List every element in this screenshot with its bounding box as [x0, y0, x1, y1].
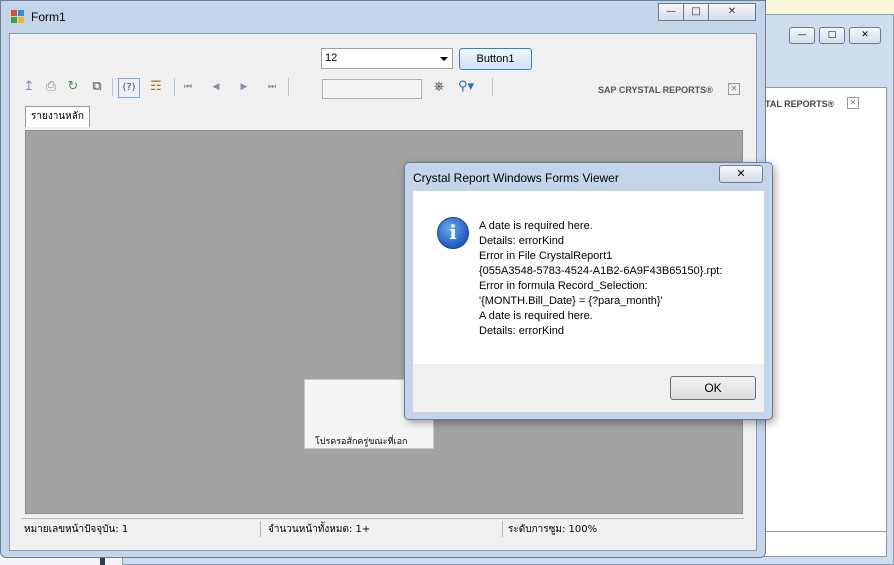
message-line: A date is required here. — [479, 310, 593, 322]
button1[interactable]: Button1 — [459, 48, 532, 70]
message-line: '{MONTH.Bill_Date} = {?para_month}' — [479, 295, 663, 307]
combo-value: 12 — [325, 52, 338, 64]
dialog-footer: OK — [413, 364, 764, 412]
message-line: Error in formula Record_Selection: — [479, 280, 648, 292]
copy-icon[interactable]: ⧉ — [88, 78, 106, 96]
page-number-input[interactable] — [322, 79, 422, 99]
message-line: Details: errorKind — [479, 325, 564, 337]
ok-button[interactable]: OK — [670, 376, 756, 400]
bg-client-area — [763, 87, 887, 557]
find-icon[interactable]: ⎈ — [430, 78, 448, 96]
brand-close-icon[interactable]: ✕ — [728, 83, 740, 95]
status-bar: หมายเลขหน้าปัจจุบัน: 1 จำนวนหน้าทั้งหมด:… — [22, 518, 744, 539]
first-page-icon[interactable]: ⏮ — [180, 78, 196, 96]
bg-brand-label: TAL REPORTS® — [765, 99, 835, 109]
message-line: {055A3548-5783-4524-A1B2-6A9F43B65150}.r… — [479, 265, 723, 277]
chevron-down-icon[interactable] — [440, 57, 448, 61]
divider — [112, 78, 113, 96]
bg-brand-close-icon[interactable]: ✕ — [847, 97, 859, 109]
message-line: Details: errorKind — [479, 235, 564, 247]
status-current-page: หมายเลขหน้าปัจจุบัน: 1 — [24, 524, 129, 535]
loading-text: โปรดรอสักครู่ขณะที่เอก — [315, 437, 408, 447]
message-line: A date is required here. — [479, 220, 593, 232]
status-zoom: ระดับการซูม: 100% — [508, 524, 598, 535]
title-bar[interactable]: Form1 — □ ✕ — [1, 1, 765, 33]
dialog-close-button[interactable]: ✕ — [719, 165, 763, 183]
tab-main-report[interactable]: รายงานหลัก — [25, 106, 90, 127]
month-combo[interactable]: 12 — [321, 48, 453, 69]
prev-page-icon[interactable]: ◀ — [208, 78, 224, 96]
dialog-message: A date is required here. Details: errorK… — [479, 219, 722, 339]
dialog-title: Crystal Report Windows Forms Viewer — [413, 171, 619, 185]
message-line: Error in File CrystalReport1 — [479, 250, 613, 262]
last-page-icon[interactable]: ⏭ — [264, 78, 280, 96]
information-icon: i — [437, 217, 469, 249]
error-dialog: Crystal Report Windows Forms Viewer ✕ i … — [404, 162, 773, 420]
divider — [288, 78, 289, 96]
bg-close-button[interactable]: ✕ — [849, 27, 881, 44]
divider — [174, 78, 175, 96]
print-icon[interactable]: ⎙ — [42, 78, 60, 96]
app-icon — [11, 10, 25, 24]
window-title: Form1 — [31, 10, 66, 24]
status-total-pages: จำนวนหน้าทั้งหมด: 1+ — [268, 524, 371, 535]
bg-minimize-button[interactable]: — — [789, 27, 815, 44]
dialog-body: i A date is required here. Details: erro… — [413, 191, 764, 364]
export-icon[interactable]: ↥ — [20, 78, 38, 96]
maximize-button[interactable]: □ — [683, 3, 709, 21]
group-tree-icon[interactable]: ☶ — [146, 78, 166, 96]
divider — [763, 531, 887, 532]
divider — [492, 78, 493, 96]
next-page-icon[interactable]: ▶ — [236, 78, 252, 96]
close-button[interactable]: ✕ — [708, 3, 756, 21]
sap-brand: SAP CRYSTAL REPORTS® — [598, 85, 713, 95]
bg-maximize-button[interactable]: □ — [819, 27, 845, 44]
help-icon[interactable]: (?) — [118, 78, 140, 98]
minimize-button[interactable]: — — [658, 3, 684, 21]
divider — [260, 521, 261, 537]
zoom-icon[interactable]: ⚲▾ — [454, 78, 478, 96]
divider — [502, 521, 503, 537]
report-toolbar: ↥ ⎙ ↻ ⧉ (?) ☶ ⏮ ◀ ▶ ⏭ ⎈ ⚲▾ SAP CRYSTAL R… — [12, 74, 754, 100]
refresh-icon[interactable]: ↻ — [64, 78, 82, 96]
